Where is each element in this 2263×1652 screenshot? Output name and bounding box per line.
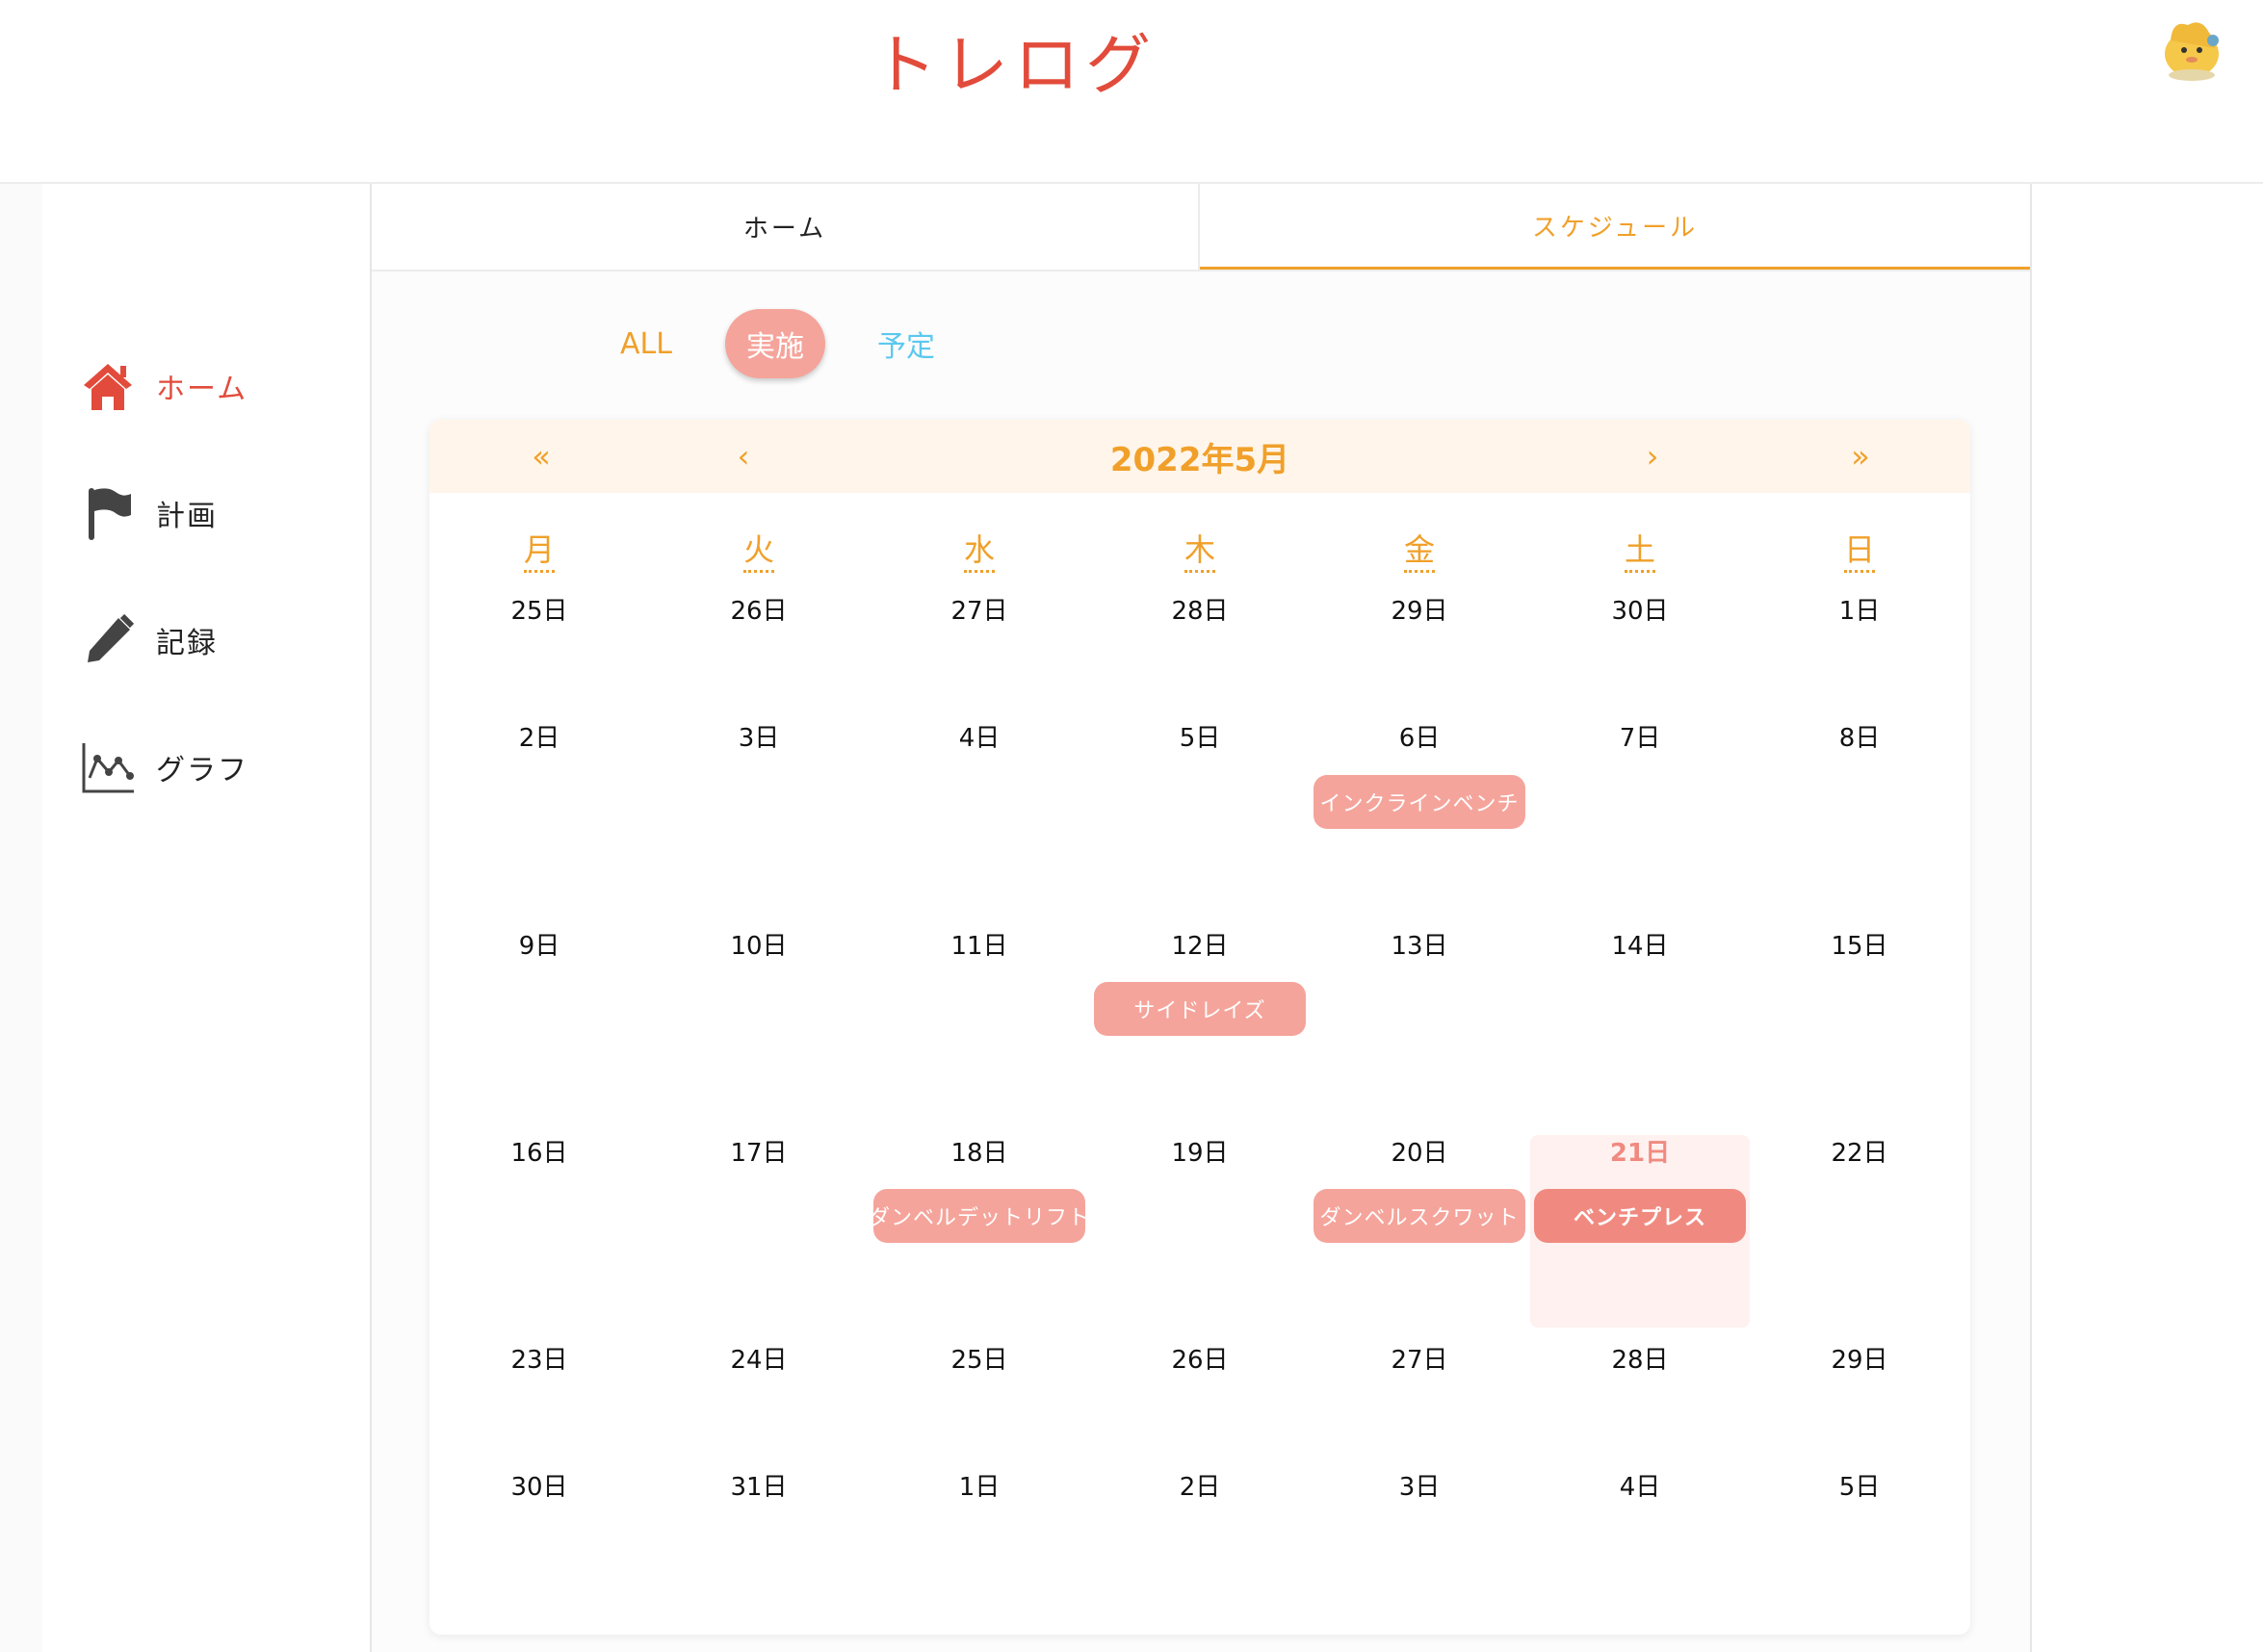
calendar-day-today[interactable]: 21日 [1530, 1133, 1750, 1169]
calendar-day[interactable]: 12日 [1090, 926, 1310, 962]
app-title: トレログ [871, 28, 1158, 104]
sidebar-item-home[interactable]: ホーム [79, 357, 247, 415]
calendar-day[interactable]: 20日 [1310, 1133, 1529, 1169]
calendar-day[interactable]: 27日 [1310, 1340, 1529, 1376]
calendar-day[interactable]: 1日 [870, 1467, 1089, 1503]
tab-schedule[interactable]: スケジュール [1200, 184, 2030, 270]
calendar-day[interactable]: 3日 [1310, 1467, 1529, 1503]
filter-all[interactable]: ALL [612, 309, 680, 378]
sidebar-item-record[interactable]: 記録 [79, 611, 218, 669]
sidebar-item-label: 記録 [156, 627, 218, 660]
event-chip[interactable]: インクラインベンチ [1314, 775, 1525, 829]
next-year-button[interactable]: » [1832, 420, 1889, 493]
event-chip[interactable]: ダンベルスクワット [1314, 1189, 1525, 1243]
sidebar-gutter [0, 184, 42, 1652]
calendar-day[interactable]: 11日 [870, 926, 1089, 962]
sidebar-item-label: グラフ [156, 754, 248, 787]
weekday-mon: 月 [429, 526, 649, 573]
sidebar: ホーム 計画 記録 グラフ [42, 184, 372, 1652]
calendar-day[interactable]: 13日 [1310, 926, 1529, 962]
calendar-day[interactable]: 7日 [1530, 718, 1750, 754]
sidebar-item-label: ホーム [156, 373, 248, 406]
sidebar-item-graph[interactable]: グラフ [79, 738, 248, 796]
calendar-day[interactable]: 22日 [1750, 1133, 1969, 1169]
calendar-day[interactable]: 25日 [429, 591, 649, 627]
prev-year-button[interactable]: « [512, 420, 570, 493]
calendar-day[interactable]: 4日 [1530, 1467, 1750, 1503]
tab-bar: ホーム スケジュール [372, 184, 2030, 271]
calendar-day[interactable]: 28日 [1090, 591, 1310, 627]
calendar-day[interactable]: 2日 [1090, 1467, 1310, 1503]
calendar-day[interactable]: 5日 [1090, 718, 1310, 754]
event-chip-selected[interactable]: ベンチプレス [1534, 1189, 1746, 1243]
calendar-day[interactable]: 4日 [870, 718, 1089, 754]
calendar-day[interactable]: 28日 [1530, 1340, 1750, 1376]
weekday-thu: 木 [1090, 526, 1310, 573]
prev-month-button[interactable]: ‹ [715, 420, 772, 493]
weekday-fri: 金 [1310, 526, 1529, 573]
sidebar-item-plan[interactable]: 計画 [79, 484, 218, 542]
calendar-day[interactable]: 17日 [649, 1133, 869, 1169]
app-header: トレログ [0, 0, 2263, 184]
calendar-day[interactable]: 27日 [870, 591, 1089, 627]
calendar-day[interactable]: 29日 [1750, 1340, 1969, 1376]
weekday-tue: 火 [649, 526, 869, 573]
calendar-day[interactable]: 19日 [1090, 1133, 1310, 1169]
weekday-wed: 水 [870, 526, 1089, 573]
calendar-day[interactable]: 3日 [649, 718, 869, 754]
next-month-button[interactable]: › [1624, 420, 1681, 493]
calendar-day[interactable]: 30日 [1530, 591, 1750, 627]
tab-home[interactable]: ホーム [372, 184, 1200, 270]
calendar-day[interactable]: 26日 [649, 591, 869, 627]
calendar-day[interactable]: 31日 [649, 1467, 869, 1503]
calendar-day[interactable]: 26日 [1090, 1340, 1310, 1376]
event-chip[interactable]: サイドレイズ [1094, 982, 1306, 1036]
calendar-day[interactable]: 25日 [870, 1340, 1089, 1376]
calendar-day[interactable]: 23日 [429, 1340, 649, 1376]
calendar-title: 2022年5月 [1109, 440, 1290, 479]
flag-icon [79, 484, 137, 542]
calendar-day[interactable]: 14日 [1530, 926, 1750, 962]
calendar-day[interactable]: 9日 [429, 926, 649, 962]
event-chip[interactable]: ダンベルデットリフト [869, 1189, 1089, 1243]
filter-bar: ALL 実施 予定 [372, 309, 2030, 386]
avatar[interactable] [2153, 12, 2228, 85]
calendar-day[interactable]: 6日 [1310, 718, 1529, 754]
calendar: « ‹ 2022年5月 › » 月 火 水 木 金 土 日 25日 26日 27… [429, 420, 1970, 1635]
chart-icon [79, 738, 137, 796]
pencil-icon [79, 611, 137, 669]
calendar-day[interactable]: 8日 [1750, 718, 1969, 754]
filter-plan[interactable]: 予定 [872, 309, 940, 378]
calendar-day[interactable]: 5日 [1750, 1467, 1969, 1503]
calendar-day[interactable]: 16日 [429, 1133, 649, 1169]
calendar-day[interactable]: 2日 [429, 718, 649, 754]
calendar-header: « ‹ 2022年5月 › » [429, 420, 1970, 493]
sidebar-item-label: 計画 [156, 500, 218, 533]
calendar-day[interactable]: 24日 [649, 1340, 869, 1376]
main-content: ホーム スケジュール ALL 実施 予定 « ‹ 2022年5月 › » 月 火… [372, 184, 2032, 1652]
calendar-day[interactable]: 30日 [429, 1467, 649, 1503]
calendar-day[interactable]: 15日 [1750, 926, 1969, 962]
weekday-sun: 日 [1750, 526, 1969, 573]
calendar-day[interactable]: 10日 [649, 926, 869, 962]
filter-done[interactable]: 実施 [725, 309, 825, 378]
calendar-day[interactable]: 18日 [870, 1133, 1089, 1169]
calendar-day[interactable]: 29日 [1310, 591, 1529, 627]
home-icon [79, 357, 137, 415]
calendar-day[interactable]: 1日 [1750, 591, 1969, 627]
weekday-sat: 土 [1530, 526, 1750, 573]
